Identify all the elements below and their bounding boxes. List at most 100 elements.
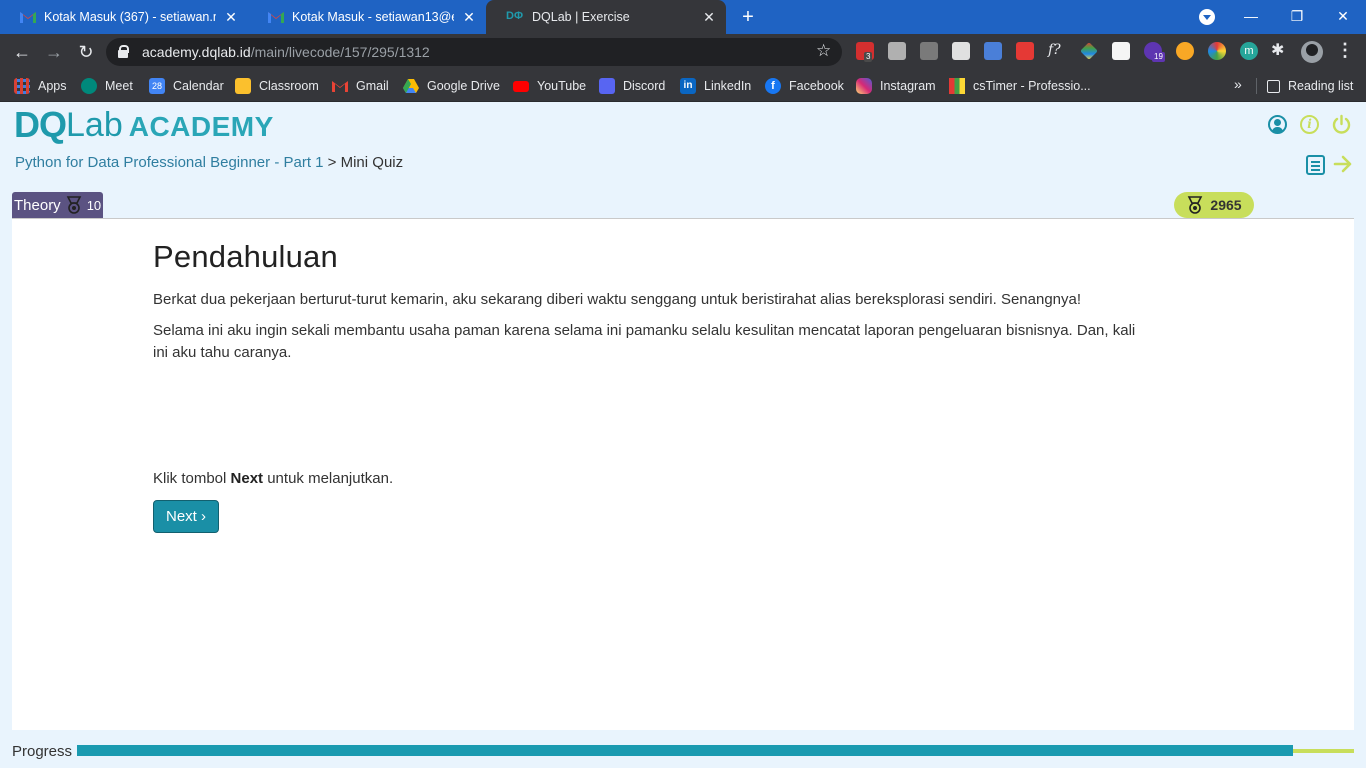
tab-title: Kotak Masuk - setiawan13@elekt (292, 10, 454, 24)
progress-fill (77, 745, 1293, 756)
formula-extension-icon[interactable]: f? (1048, 42, 1066, 60)
reload-icon[interactable]: ↻ (74, 40, 98, 64)
progress-label: Progress (12, 743, 73, 760)
menu-dots-icon[interactable]: ⋮ (1336, 40, 1354, 61)
bookmark-linkedin[interactable]: in LinkedIn (680, 76, 751, 96)
medal-icon (66, 196, 81, 214)
reading-list-button[interactable]: Reading list (1267, 76, 1353, 96)
theory-label: Theory (14, 196, 61, 214)
calendar-icon: 28 (149, 78, 165, 94)
lock-icon (118, 45, 129, 58)
notes-extension-icon[interactable] (1112, 42, 1130, 60)
lesson-paragraph: Selama ini aku ingin sekali membantu usa… (153, 322, 1136, 361)
url-text[interactable]: academy.dqlab.id/main/livecode/157/295/1… (142, 44, 430, 60)
restore-button[interactable]: ❐ (1274, 0, 1320, 34)
breadcrumb: Python for Data Professional Beginner - … (15, 154, 403, 171)
puzzle-extensions-icon[interactable]: ✱ (1271, 42, 1289, 60)
extension-icon[interactable]: m (1240, 42, 1258, 60)
progress-bar (77, 745, 1354, 756)
theory-points: 10 (86, 197, 102, 213)
forward-icon[interactable]: → (42, 40, 66, 64)
bookmark-facebook[interactable]: f Facebook (765, 76, 844, 96)
theory-tag: Theory 10 (12, 192, 104, 218)
google-drive-icon (403, 79, 419, 93)
instagram-icon (856, 78, 872, 94)
lesson-instruction: Klik tombol Next untuk melanjutkan. (153, 470, 394, 487)
calendar-extension-icon[interactable]: 19 (1144, 42, 1165, 62)
extension-icon[interactable] (888, 42, 906, 60)
bookmark-instagram[interactable]: Instagram (856, 76, 936, 96)
gmail-icon (20, 12, 36, 23)
meet-icon (81, 78, 97, 94)
dqlab-academy-logo[interactable]: DQ Lab ACADEMY (14, 107, 274, 144)
close-icon[interactable]: ✕ (700, 9, 718, 26)
dqlab-icon: DΦ (506, 10, 523, 22)
breadcrumb-current: Mini Quiz (340, 154, 404, 171)
medal-icon (1188, 196, 1203, 214)
extension-icon[interactable] (920, 42, 938, 60)
browser-tab[interactable]: Kotak Masuk (367) - setiawan.mo ✕ (0, 0, 248, 34)
extension-icon[interactable] (1208, 42, 1226, 60)
progress-remaining (1293, 749, 1354, 753)
points-value: 2965 (1210, 197, 1242, 213)
bookmark-discord[interactable]: Discord (599, 76, 665, 96)
bookmark-classroom[interactable]: Classroom (235, 76, 319, 96)
extension-icon[interactable] (1016, 42, 1034, 60)
browser-toolbar: ← → ↻ academy.dqlab.id/main/livecode/157… (0, 34, 1366, 70)
breadcrumb-course-link[interactable]: Python for Data Professional Beginner - … (15, 154, 324, 171)
arrow-right-icon[interactable] (1333, 153, 1353, 175)
reading-list-icon (1267, 79, 1280, 93)
bookmark-meet[interactable]: Meet (81, 76, 133, 96)
bookmark-star-icon[interactable]: ☆ (816, 41, 831, 61)
bookmark-apps[interactable]: Apps (14, 76, 67, 96)
minimize-button[interactable]: — (1228, 0, 1274, 34)
extension-icon[interactable] (1176, 42, 1194, 60)
bookmark-calendar[interactable]: 28 Calendar (149, 76, 224, 96)
close-window-button[interactable]: ✕ (1320, 0, 1366, 34)
address-bar[interactable]: academy.dqlab.id/main/livecode/157/295/1… (106, 38, 842, 66)
tab-title: Kotak Masuk (367) - setiawan.mo (44, 10, 216, 24)
apps-grid-icon (14, 78, 30, 94)
profile-avatar[interactable] (1301, 41, 1323, 63)
info-icon[interactable]: i (1300, 115, 1319, 134)
browser-tab[interactable]: Kotak Masuk - setiawan13@elekt ✕ (248, 0, 486, 34)
gmail-icon (268, 12, 284, 23)
next-button[interactable]: Next › (153, 500, 219, 533)
gmail-icon (332, 81, 348, 92)
bookmarks-divider (1256, 78, 1257, 94)
extension-icon[interactable] (952, 42, 970, 60)
google-translate-icon[interactable] (984, 42, 1002, 60)
lesson-content: Pendahuluan Berkat dua pekerjaan berturu… (153, 239, 1153, 373)
bookmark-google-drive[interactable]: Google Drive (403, 76, 500, 96)
linkedin-icon: in (680, 78, 696, 94)
facebook-icon: f (765, 78, 781, 94)
classroom-icon (235, 78, 251, 94)
user-icon[interactable] (1268, 115, 1287, 134)
discord-icon (599, 78, 615, 94)
browser-tab-active[interactable]: DΦ DQLab | Exercise ✕ (486, 0, 726, 34)
youtube-icon (513, 80, 529, 92)
lesson-card: Pendahuluan Berkat dua pekerjaan berturu… (12, 218, 1354, 730)
bookmark-youtube[interactable]: YouTube (513, 76, 586, 96)
close-icon[interactable]: ✕ (460, 9, 478, 26)
browser-tabstrip: Kotak Masuk (367) - setiawan.mo ✕ Kotak … (0, 0, 1366, 34)
cstimer-icon (949, 78, 965, 94)
new-tab-button[interactable]: + (738, 5, 758, 29)
power-icon[interactable] (1331, 114, 1352, 135)
tab-search-icon[interactable] (1199, 9, 1215, 25)
close-icon[interactable]: ✕ (222, 9, 240, 26)
back-icon[interactable]: ← (10, 40, 34, 64)
list-icon[interactable] (1306, 155, 1325, 175)
tab-title: DQLab | Exercise (532, 10, 630, 24)
lastpass-extension-icon[interactable]: 3 (856, 42, 874, 62)
color-picker-icon[interactable] (1080, 42, 1098, 60)
breadcrumb-separator: > (327, 154, 337, 171)
points-badge: 2965 (1174, 192, 1254, 218)
page: DQ Lab ACADEMY i Python for Data Profess… (0, 103, 1366, 768)
lesson-title: Pendahuluan (153, 239, 338, 274)
bookmark-gmail[interactable]: Gmail (332, 76, 389, 96)
bookmark-cstimer[interactable]: csTimer - Professio... (949, 76, 1091, 96)
bookmarks-overflow-icon[interactable]: » (1234, 76, 1242, 92)
lesson-paragraph: Berkat dua pekerjaan berturut-turut kema… (153, 291, 1082, 308)
bookmarks-bar: Apps Meet 28 Calendar Classroom Gmail Go… (0, 70, 1366, 102)
